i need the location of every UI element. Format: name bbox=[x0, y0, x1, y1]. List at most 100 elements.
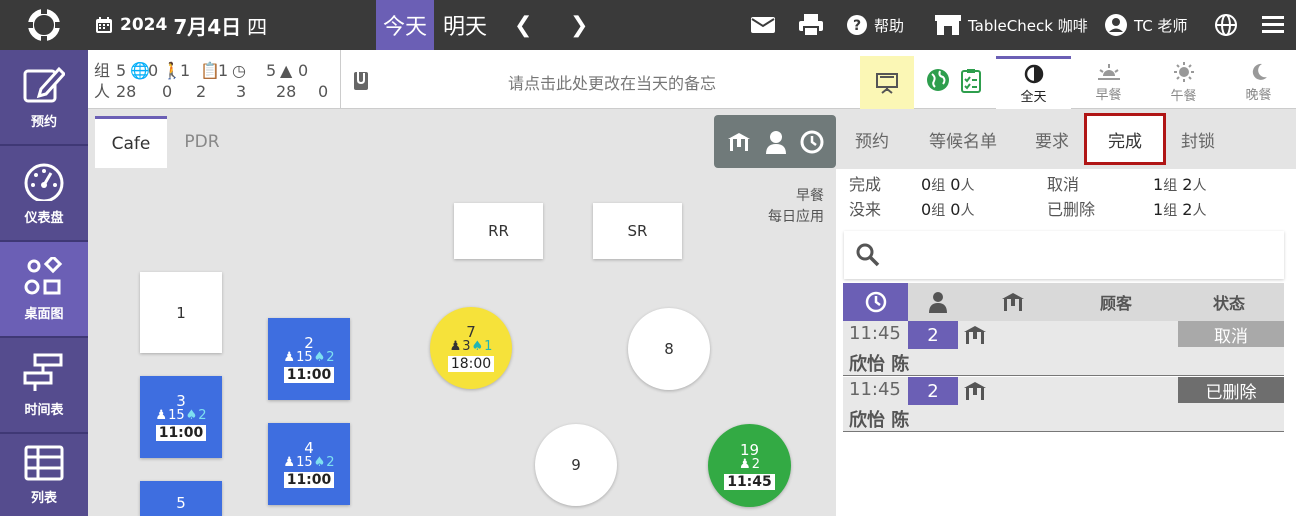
person-icon[interactable] bbox=[765, 130, 787, 154]
search-input[interactable] bbox=[844, 231, 1284, 279]
date-picker[interactable]: 2024 7月4日 四 bbox=[94, 0, 267, 50]
tab-completed[interactable]: 完成 bbox=[1084, 113, 1166, 165]
guest-column-header[interactable]: 顾客 bbox=[1058, 283, 1174, 321]
child-count: 2 bbox=[326, 455, 335, 470]
table-5[interactable]: 5 bbox=[140, 481, 222, 516]
presentation-button[interactable] bbox=[860, 56, 914, 109]
date-weekday: 四 bbox=[247, 14, 268, 39]
user-icon bbox=[1105, 14, 1127, 36]
stat-value: 0 bbox=[318, 82, 329, 101]
svg-text:?: ? bbox=[853, 18, 861, 34]
table-2[interactable]: 2 ♟ 15 ♠ 2 11:00 bbox=[268, 318, 350, 400]
tab-blocked[interactable]: 封锁 bbox=[1170, 109, 1226, 169]
unit-label: 人 bbox=[1192, 203, 1207, 219]
table-icon[interactable] bbox=[726, 131, 752, 153]
edit-icon bbox=[23, 66, 65, 102]
guest-count: 15 bbox=[168, 408, 185, 423]
list-header: 顾客 状态 bbox=[843, 283, 1284, 321]
guest-count: 15 bbox=[296, 350, 313, 365]
meal-breakfast[interactable]: 早餐 bbox=[1071, 56, 1146, 109]
sort-table-button[interactable] bbox=[968, 283, 1058, 321]
reservation-time: 11:45 bbox=[849, 379, 901, 400]
logo-icon bbox=[25, 6, 63, 44]
globe-icon bbox=[1215, 14, 1237, 36]
tab-cafe[interactable]: Cafe bbox=[95, 116, 167, 168]
mail-button[interactable] bbox=[750, 0, 776, 50]
prev-day-button[interactable]: ❮ bbox=[514, 0, 532, 50]
meal-label: 晚餐 bbox=[1245, 88, 1272, 103]
user-menu[interactable]: TC 老师 bbox=[1104, 0, 1188, 50]
reservation-row[interactable]: 11:45 2 已删除 欣怡 陈 bbox=[843, 377, 1284, 432]
stat-value: 1 bbox=[180, 61, 191, 80]
next-day-button[interactable]: ❯ bbox=[570, 0, 588, 50]
child-count: 2 bbox=[198, 408, 207, 423]
person-icon: ♟ bbox=[283, 455, 296, 470]
table-number: 19 bbox=[739, 440, 760, 459]
table-time: 11:00 bbox=[283, 367, 335, 383]
child-icon: ♠ bbox=[471, 339, 484, 354]
help-icon: ? bbox=[847, 15, 867, 35]
summary-value: 0 bbox=[921, 175, 932, 194]
table-rr[interactable]: RR bbox=[454, 203, 543, 259]
table-7[interactable]: 7 ♟ 3 ♠ 1 18:00 bbox=[430, 307, 512, 389]
tomorrow-button[interactable]: 明天 bbox=[436, 0, 494, 50]
groups-row-label: 组 bbox=[94, 61, 111, 80]
reservation-time: 11:45 bbox=[849, 323, 901, 344]
table-4[interactable]: 4 ♟ 15 ♠ 2 11:00 bbox=[268, 423, 350, 505]
sort-party-button[interactable] bbox=[908, 283, 968, 321]
half-moon-icon bbox=[1024, 64, 1043, 83]
table-1[interactable]: 1 bbox=[140, 272, 222, 353]
reservation-tabs: 预约 等候名单 要求 完成 封锁 bbox=[836, 109, 1296, 169]
summary-cancelled: 取消 1组 2人 bbox=[1047, 173, 1206, 198]
table-time: 11:45 bbox=[724, 473, 775, 490]
tab-requests[interactable]: 要求 bbox=[1024, 109, 1080, 169]
table-8[interactable]: 8 bbox=[628, 308, 710, 390]
print-button[interactable] bbox=[798, 0, 824, 50]
stat-value: 0 bbox=[162, 82, 173, 101]
memo-icon bbox=[353, 69, 368, 90]
table-3[interactable]: 3 ♟ 15 ♠ 2 11:00 bbox=[140, 376, 222, 458]
help-button[interactable]: ? 帮助 bbox=[846, 0, 904, 50]
clock-icon[interactable] bbox=[800, 130, 824, 154]
status-column-header[interactable]: 状态 bbox=[1174, 283, 1284, 321]
today-button[interactable]: 今天 bbox=[376, 0, 434, 50]
floor-view-toggles bbox=[714, 115, 836, 168]
table-19[interactable]: 19 ♟ 2 11:45 bbox=[708, 424, 791, 507]
meal-lunch[interactable]: 午餐 bbox=[1146, 56, 1221, 109]
stat-value: 0 bbox=[298, 61, 309, 80]
reservation-row[interactable]: 11:45 2 取消 欣怡 陈 bbox=[843, 321, 1284, 376]
venue-button[interactable]: TableCheck 咖啡 bbox=[934, 0, 1088, 50]
meal-dinner[interactable]: 晚餐 bbox=[1221, 56, 1296, 109]
dashboard-icon bbox=[24, 163, 64, 201]
table-party-info: ♟ 15 ♠ 2 bbox=[283, 351, 334, 365]
memo-button[interactable] bbox=[340, 50, 382, 109]
checklist-button[interactable] bbox=[960, 68, 982, 98]
app-logo[interactable] bbox=[0, 0, 88, 50]
table-9[interactable]: 9 bbox=[535, 424, 617, 506]
status-badge: 已删除 bbox=[1178, 377, 1284, 403]
sidebar-item-list[interactable]: 列表 bbox=[0, 434, 88, 516]
daily-memo[interactable]: 请点击此处更改在当天的备忘 bbox=[508, 70, 716, 94]
language-button[interactable] bbox=[1214, 0, 1238, 50]
tab-reservations[interactable]: 预约 bbox=[842, 109, 902, 169]
sidebar-item-timeline[interactable]: 时间表 bbox=[0, 338, 88, 432]
online-booking-button[interactable] bbox=[926, 68, 950, 96]
hamburger-menu-button[interactable] bbox=[1262, 0, 1284, 50]
stat-value: 2 bbox=[196, 82, 207, 101]
chevron-right-icon: ❯ bbox=[570, 12, 589, 38]
tab-pdr[interactable]: PDR bbox=[170, 116, 234, 168]
calendar-icon bbox=[96, 17, 112, 33]
stat-value: 5 bbox=[116, 61, 127, 80]
sidebar-item-floorplan[interactable]: 桌面图 bbox=[0, 242, 88, 336]
daily-stats: 组 5 🌐 0 🚶 1 📋 1 ◷ 5 ▲ 0 人 28 0 2 3 28 0 bbox=[94, 60, 332, 102]
tab-waitlist[interactable]: 等候名单 bbox=[920, 109, 1006, 169]
timeline-icon bbox=[23, 353, 63, 391]
sidebar-item-reservations[interactable]: 预约 bbox=[0, 50, 88, 144]
search-icon bbox=[856, 243, 880, 267]
summary-value: 1 bbox=[1153, 200, 1164, 219]
meal-all-day[interactable]: 全天 bbox=[996, 56, 1071, 109]
sort-time-button[interactable] bbox=[843, 283, 908, 321]
table-sr[interactable]: SR bbox=[593, 203, 682, 259]
table-number: RR bbox=[488, 222, 509, 240]
sidebar-item-dashboard[interactable]: 仪表盘 bbox=[0, 146, 88, 240]
